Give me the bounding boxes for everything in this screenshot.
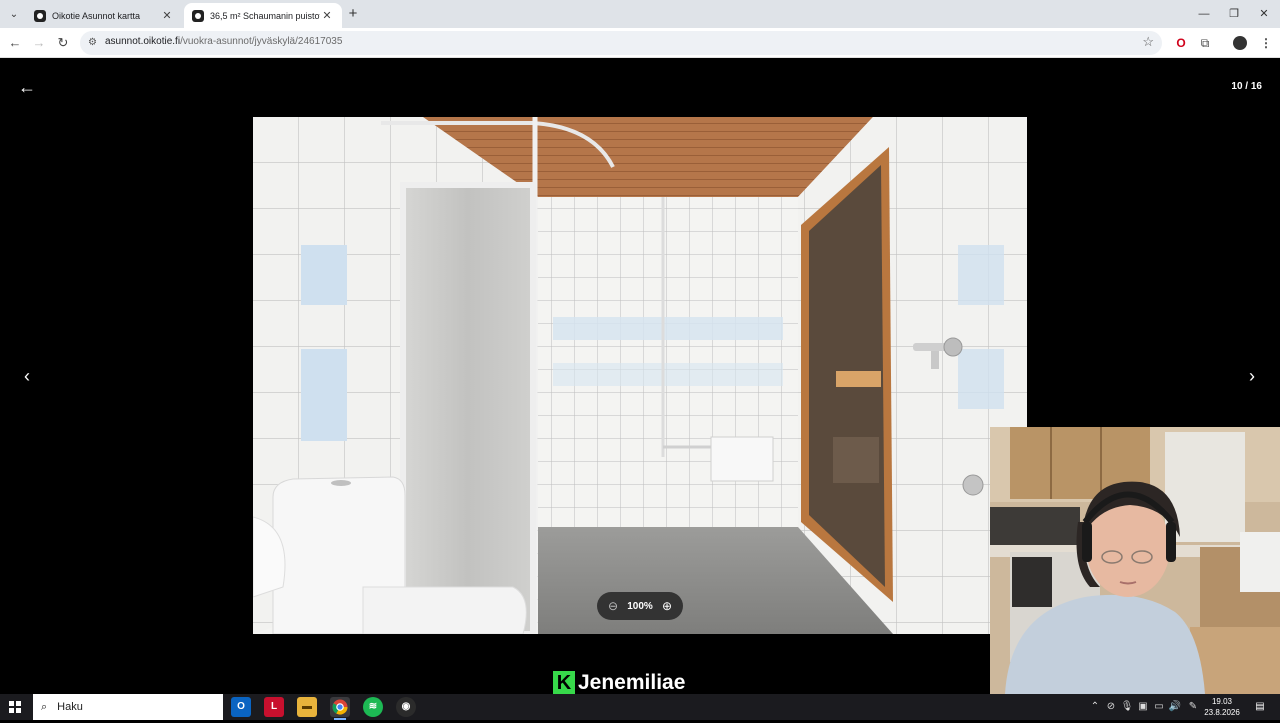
notification-center-icon[interactable]: ▤ [1252,699,1268,715]
streamer-brand-overlay: K Jenemiliae [553,670,685,696]
tab-close-icon[interactable]: ✕ [160,9,174,22]
tab-title: 36,5 m² Schaumanin puistotie 8 [210,10,320,21]
minimize-icon[interactable]: — [1188,0,1220,28]
clock-time: 19.03 [1211,697,1233,706]
listing-photo-bathroom[interactable] [253,117,1027,634]
tray-display-icon[interactable]: ▣ [1136,694,1150,720]
url-text: asunnot.oikotie.fi/vuokra-asunnot/jyväsk… [105,36,343,47]
bathroom-illustration [253,117,1027,634]
image-counter: 10 / 16 [1231,81,1262,92]
zoom-in-icon[interactable]: ⊕ [659,598,675,614]
tray-pen-icon[interactable]: ✎ [1186,694,1200,720]
webcam-overlay [990,427,1280,694]
zoom-level: 100% [627,600,653,612]
close-gallery-back-arrow-icon[interactable]: ← [18,78,38,96]
browser-toolbar: ← → ↻ ⚙ asunnot.oikotie.fi/vuokra-asunno… [0,28,1280,58]
streamer-name: Jenemiliae [578,671,686,694]
tray-network-off-icon[interactable]: ⊘ [1104,694,1118,720]
search-icon: ⌕ [41,700,48,713]
profile-avatar[interactable] [1233,36,1247,50]
chrome-logo-icon [332,699,348,715]
more-menu-icon[interactable]: ⋮ [1257,34,1275,52]
webcam-illustration [990,427,1280,694]
windows-taskbar: ⌕ Haku O L ▬ ≋ ◉ ⌃ ⊘ 🎙 ▣ ▭ 🔊 ✎ 19.03 23.… [0,694,1280,720]
opera-extension-icon[interactable]: O [1172,34,1190,52]
file-explorer-icon[interactable]: ▬ [297,697,317,717]
search-placeholder: Haku [57,701,83,713]
bookmark-star-icon[interactable]: ☆ [1142,34,1154,50]
address-bar[interactable]: ⚙ asunnot.oikotie.fi/vuokra-asunnot/jyvä… [80,31,1162,55]
tab-close-icon[interactable]: ✕ [320,9,334,22]
site-settings-icon[interactable]: ⚙ [88,37,100,49]
kick-logo: K [553,671,575,695]
next-image-chevron-icon[interactable]: › [1244,365,1260,387]
tab-search-chevron-icon[interactable]: ⌄ [4,4,24,24]
obs-app-icon[interactable]: ◉ [396,697,416,717]
tray-expand-chevron-icon[interactable]: ⌃ [1089,694,1101,720]
tab-listing[interactable]: 36,5 m² Schaumanin puistotie 8 ✕ [184,3,342,28]
forward-icon[interactable]: → [29,33,49,53]
tab-oikotie-map[interactable]: Oikotie Asunnot kartta ✕ [26,3,182,28]
windows-start-icon[interactable] [9,701,21,713]
tray-volume-icon[interactable]: 🔊 [1168,694,1182,720]
zoom-controls: ⊖ 100% ⊕ [597,592,683,620]
previous-image-chevron-icon[interactable]: ‹ [19,365,35,387]
image-gallery-viewer: ← 10 / 16 ‹ › ⊖ 100% ⊕ K Jenemiliae [0,58,1280,696]
window-close-icon[interactable]: ✕ [1248,0,1280,28]
reload-icon[interactable]: ↻ [53,33,73,53]
clock-date: 23.8.2026 [1204,708,1240,717]
extensions-puzzle-icon[interactable]: ⧉ [1196,34,1214,52]
tab-title: Oikotie Asunnot kartta [52,10,141,21]
browser-tab-bar: ⌄ Oikotie Asunnot kartta ✕ 36,5 m² Schau… [0,0,1280,28]
tray-monitor-icon[interactable]: ▭ [1152,694,1166,720]
taskbar-search-box[interactable]: ⌕ Haku [33,694,223,720]
oikotie-favicon-icon [34,9,46,22]
spotify-app-icon[interactable]: ≋ [363,697,383,717]
new-tab-plus-icon[interactable]: + [344,5,362,23]
outlook-app-icon[interactable]: O [231,697,251,717]
back-icon[interactable]: ← [5,33,25,53]
restore-icon[interactable]: ❐ [1218,0,1250,28]
zoom-out-icon[interactable]: ⊖ [605,598,621,614]
taskbar-clock[interactable]: 19.03 23.8.2026 [1202,696,1242,718]
lightshot-app-icon[interactable]: L [264,697,284,717]
chrome-app-icon[interactable] [330,697,350,720]
tray-microphone-icon[interactable]: 🎙 [1120,694,1134,720]
oikotie-favicon-icon [192,9,204,22]
